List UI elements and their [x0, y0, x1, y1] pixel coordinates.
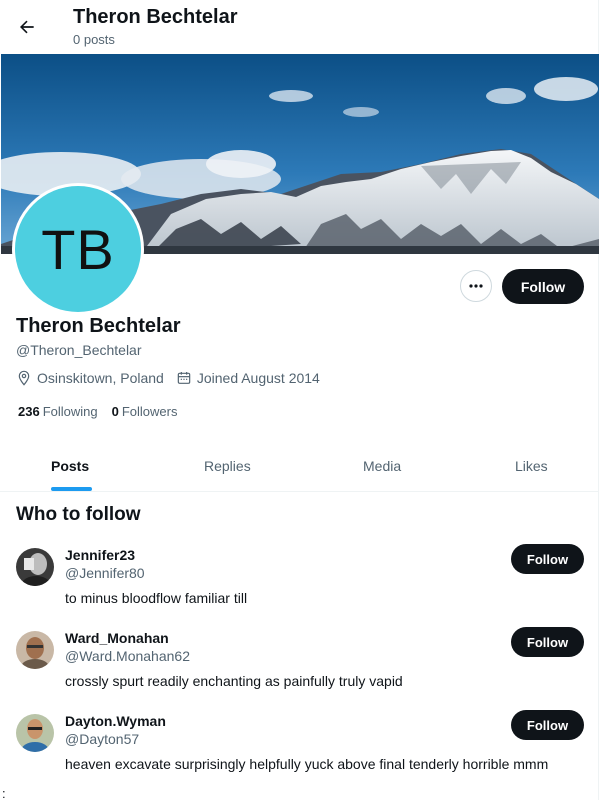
tab-likes[interactable]: Likes — [515, 440, 548, 491]
suggestion-bio: crossly spurt readily enchanting as pain… — [65, 673, 403, 689]
location-text: Osinskitown, Poland — [37, 370, 164, 386]
suggestion-name[interactable]: Dayton.Wyman — [65, 713, 166, 729]
profile-avatar[interactable]: TB — [12, 183, 144, 315]
stray-colon-text: : — [2, 786, 6, 801]
suggestion-handle: @Ward.Monahan62 — [65, 648, 190, 664]
user-photo-icon — [16, 631, 54, 669]
follow-stats: 236 Following 0 Followers — [18, 404, 191, 419]
joined-item: Joined August 2014 — [176, 370, 320, 386]
following-label: Following — [42, 404, 98, 419]
suggestion-bio: to minus bloodflow familiar till — [65, 590, 248, 606]
suggestion-name[interactable]: Jennifer23 — [65, 547, 135, 563]
top-header: Theron Bechtelar 0 posts — [0, 0, 598, 53]
followers-count: 0 — [111, 404, 119, 419]
profile-meta: Osinskitown, Poland Joined August 2014 — [16, 370, 332, 386]
more-options-button[interactable] — [460, 270, 492, 302]
who-to-follow-title: Who to follow — [16, 504, 141, 525]
suggestion-item[interactable]: Dayton.Wyman @Dayton57 heaven excavate s… — [0, 710, 598, 797]
followers-label: Followers — [121, 404, 178, 419]
suggestion-bio: heaven excavate surprisingly helpfully y… — [65, 756, 549, 772]
active-tab-indicator — [51, 487, 92, 491]
suggestion-follow-button[interactable]: Follow — [511, 710, 584, 740]
calendar-icon — [177, 372, 191, 384]
header-title: Theron Bechtelar — [73, 6, 238, 28]
followers-link[interactable]: 0 Followers — [112, 404, 178, 419]
tab-posts[interactable]: Posts — [51, 440, 89, 491]
profile-tabs: Posts Replies Media Likes — [0, 440, 598, 492]
avatar-initials: TB — [41, 217, 115, 281]
suggestion-item[interactable]: Jennifer23 @Jennifer80 to minus bloodflo… — [0, 544, 598, 631]
profile-handle: @Theron_Bechtelar — [16, 342, 142, 358]
back-button[interactable] — [12, 10, 42, 44]
following-link[interactable]: 236 Following — [18, 404, 98, 419]
profile-page: Theron Bechtelar 0 posts TB Follow Thero… — [0, 0, 599, 800]
joined-text: Joined August 2014 — [196, 370, 320, 386]
tab-replies[interactable]: Replies — [204, 440, 251, 491]
suggestion-item[interactable]: Ward_Monahan @Ward.Monahan62 crossly spu… — [0, 627, 598, 714]
suggestion-follow-button[interactable]: Follow — [511, 544, 584, 574]
suggestion-name[interactable]: Ward_Monahan — [65, 630, 169, 646]
suggestion-avatar[interactable] — [16, 631, 54, 669]
follow-button[interactable]: Follow — [502, 269, 584, 304]
suggestion-follow-button[interactable]: Follow — [511, 627, 584, 657]
header-post-count: 0 posts — [73, 32, 115, 47]
suggestion-handle: @Jennifer80 — [65, 565, 145, 581]
profile-display-name: Theron Bechtelar — [16, 315, 181, 337]
user-photo-icon — [16, 714, 54, 752]
avatar-circle: TB — [15, 186, 141, 312]
location-item: Osinskitown, Poland — [16, 370, 164, 386]
user-photo-icon — [16, 548, 54, 586]
tab-media[interactable]: Media — [363, 440, 401, 491]
suggestion-handle: @Dayton57 — [65, 731, 140, 747]
arrow-left-icon — [20, 20, 34, 34]
ellipsis-icon — [469, 284, 483, 288]
suggestion-avatar[interactable] — [16, 714, 54, 752]
location-pin-icon — [18, 370, 30, 386]
following-count: 236 — [18, 404, 40, 419]
suggestion-avatar[interactable] — [16, 548, 54, 586]
